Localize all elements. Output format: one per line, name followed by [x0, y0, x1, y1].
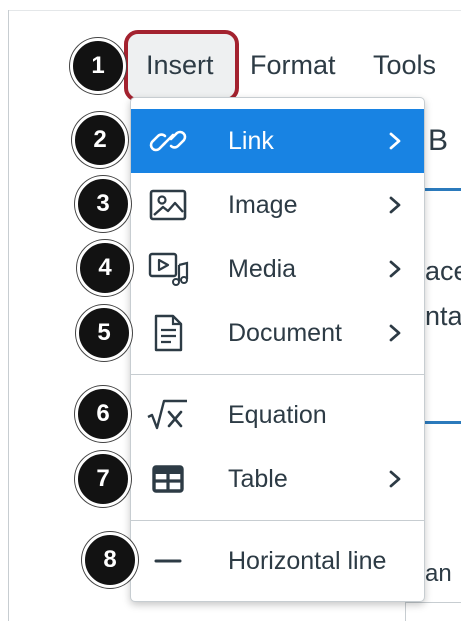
callout-badge-3: 3 [75, 176, 131, 232]
menu-insert[interactable]: Insert [124, 30, 239, 102]
menu-item-horizontal-line-label: Horizontal line [228, 547, 387, 575]
menu-item-horizontal-line[interactable]: Horizontal line [131, 529, 424, 593]
image-icon [149, 189, 187, 221]
chevron-right-icon [389, 324, 401, 342]
menu-item-document[interactable]: Document [131, 301, 424, 365]
editor-fragment-text-1: ace [425, 256, 461, 286]
link-icon [149, 130, 187, 152]
menu-divider [131, 374, 424, 375]
menu-item-equation[interactable]: Equation [131, 383, 424, 447]
menu-divider [131, 520, 424, 521]
document-icon [154, 314, 183, 352]
editor-fragment-heading: B [428, 124, 449, 157]
menu-item-table[interactable]: Table [131, 447, 424, 511]
callout-badge-8: 8 [82, 532, 138, 588]
equation-icon [147, 399, 187, 430]
chevron-right-icon [389, 260, 401, 278]
menu-item-equation-label: Equation [228, 401, 327, 429]
callout-badge-7: 7 [75, 451, 131, 507]
editor-fragment-text-2: nta [425, 301, 461, 331]
media-icon [148, 252, 189, 286]
chevron-right-icon [389, 196, 401, 214]
table-icon [152, 465, 184, 493]
menu-format[interactable]: Format [250, 50, 336, 80]
menu-tools[interactable]: Tools [373, 50, 436, 80]
callout-badge-5: 5 [76, 305, 132, 361]
page-frame-top [8, 10, 461, 11]
menu-item-link[interactable]: Link [131, 109, 424, 173]
callout-badge-4: 4 [77, 240, 133, 296]
editor-fragment-text-3: an [425, 560, 452, 587]
editor-accent-line-2 [425, 421, 461, 424]
menu-item-link-label: Link [228, 127, 274, 155]
chevron-right-icon [389, 132, 401, 150]
menu-item-document-label: Document [228, 319, 342, 347]
menu-item-media-label: Media [228, 255, 297, 283]
menu-item-image-label: Image [228, 191, 298, 219]
menu-item-table-label: Table [228, 465, 288, 493]
menu-item-media[interactable]: Media [131, 237, 424, 301]
callout-badge-1: 1 [70, 38, 126, 94]
menu-item-image[interactable]: Image [131, 173, 424, 237]
menu-insert-label: Insert [146, 50, 214, 80]
insert-dropdown-menu: Link Image Media Document Equation Table… [130, 97, 425, 602]
callout-badge-2: 2 [72, 112, 128, 168]
editor-accent-line [425, 188, 461, 191]
callout-badge-6: 6 [75, 386, 131, 442]
editor-box [405, 602, 461, 621]
horizontal-line-icon [154, 559, 182, 563]
chevron-right-icon [389, 470, 401, 488]
